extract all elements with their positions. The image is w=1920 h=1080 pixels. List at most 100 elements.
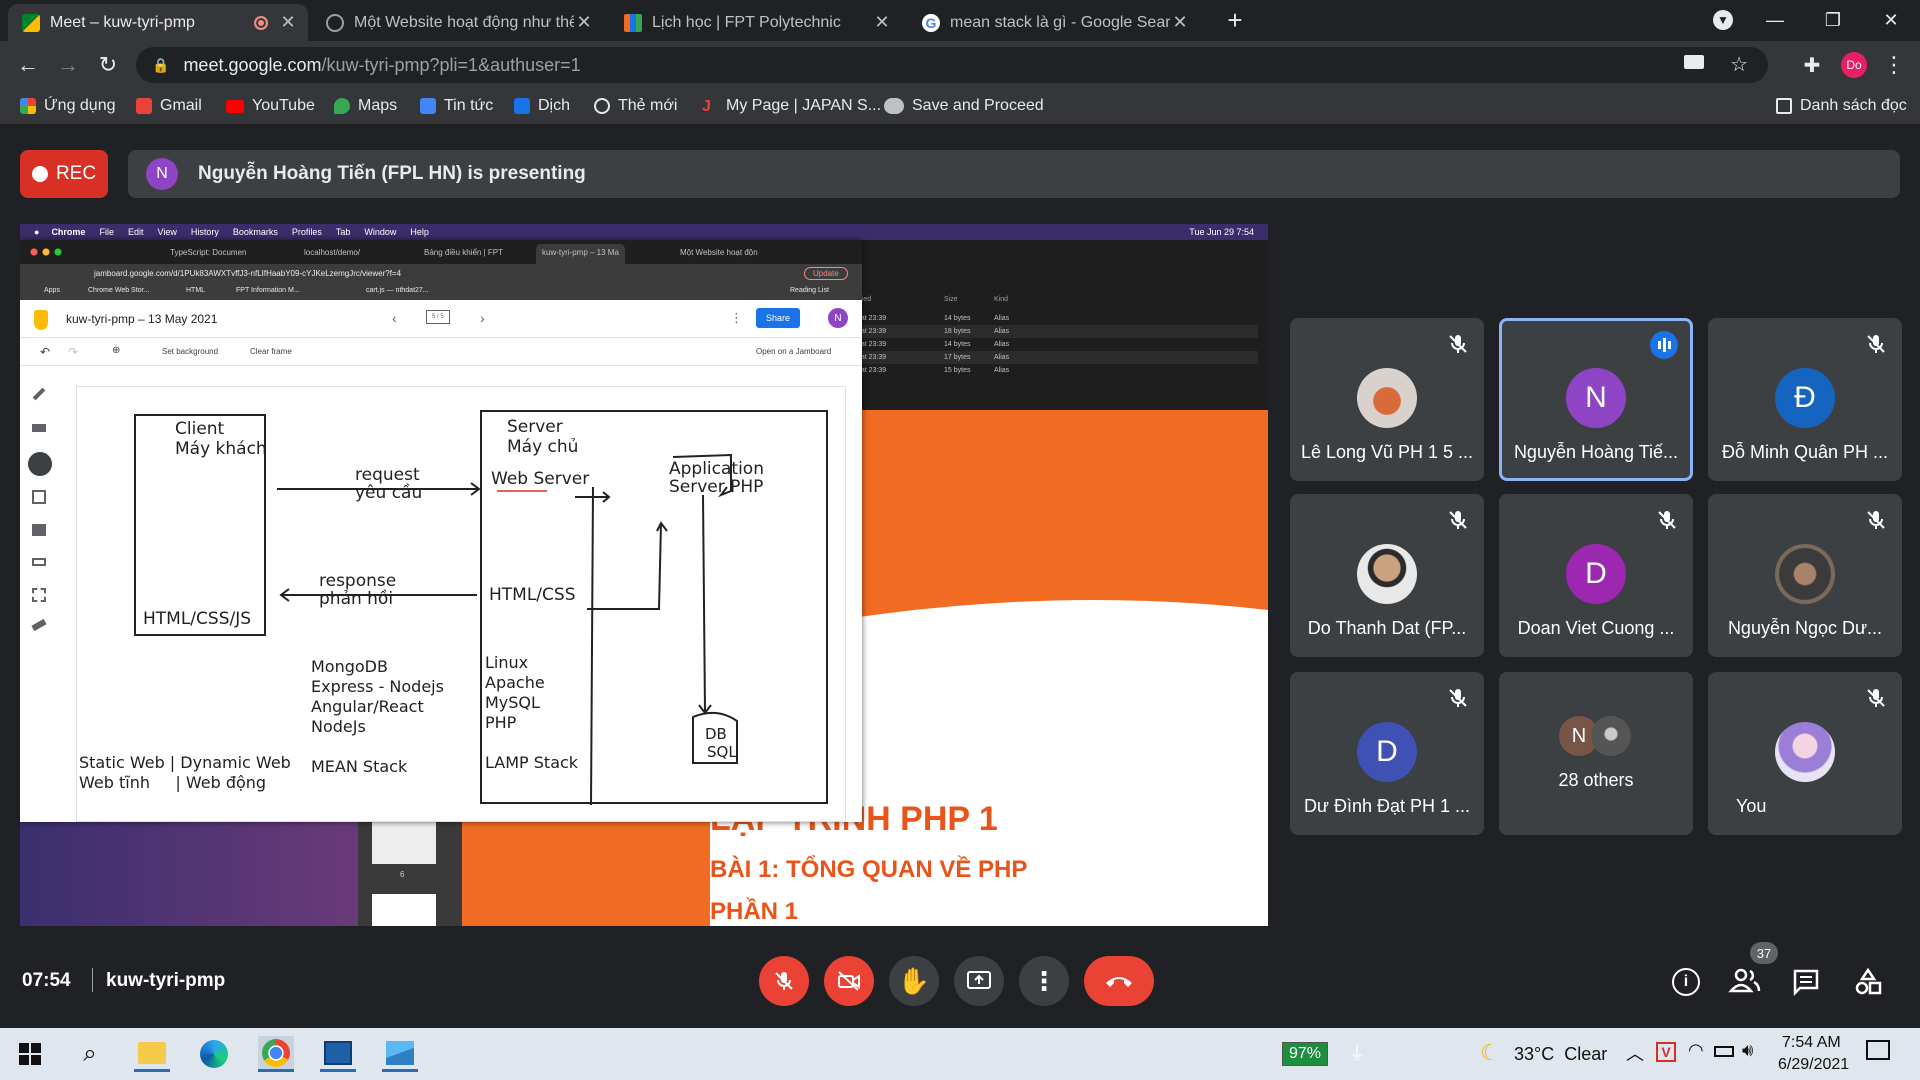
shape-icon[interactable] [32, 558, 46, 566]
tab-search-button[interactable]: ▼ [1700, 0, 1746, 40]
image-icon[interactable] [32, 524, 46, 536]
clock-date[interactable]: 6/29/2021 [1778, 1056, 1849, 1074]
set-background-button[interactable]: Set background [162, 347, 218, 356]
finder-row[interactable]: Yesterday at 23:3914 bytesAlias [828, 312, 1258, 325]
app-button[interactable] [320, 1036, 356, 1072]
new-tab-button[interactable]: + [1212, 0, 1258, 40]
share-button[interactable]: Share [756, 308, 801, 328]
inner-tab[interactable]: localhost/demo/ [304, 248, 360, 257]
reload-button[interactable]: ↻ [94, 51, 122, 79]
eraser-icon[interactable] [32, 424, 46, 432]
bookmark-youtube[interactable]: YouTube [226, 97, 315, 115]
text-box-icon[interactable] [32, 588, 46, 602]
others-tile[interactable]: N 28 others [1499, 672, 1693, 835]
sticky-note-icon[interactable] [32, 490, 46, 504]
restore-button[interactable]: ❐ [1810, 0, 1856, 40]
slide-thumbnail[interactable] [372, 894, 436, 926]
clear-frame-button[interactable]: Clear frame [250, 347, 292, 356]
finder-row[interactable]: Yesterday at 23:3915 bytesAlias [828, 364, 1258, 377]
close-window-button[interactable]: ✕ [1868, 0, 1914, 40]
raise-hand-button[interactable]: ✋ [889, 956, 939, 1006]
file-explorer-button[interactable] [134, 1036, 170, 1072]
finder-row[interactable]: Yesterday at 23:3917 bytesAlias [828, 351, 1258, 364]
weather-text[interactable]: 33°C Clear [1514, 1044, 1607, 1065]
participant-tile[interactable]: Do Thanh Dat (FP... [1290, 494, 1484, 657]
frame-counter[interactable]: 5 / 5 [426, 310, 450, 324]
inner-url[interactable]: jamboard.google.com/d/1PUk83AWXTvffJ3-nf… [94, 269, 401, 278]
participant-tile[interactable]: D Dư Đình Đạt PH 1 ... [1290, 672, 1484, 835]
more-options-button[interactable]: ⋮ [1019, 956, 1069, 1006]
participants-button[interactable]: 37 [1728, 942, 1778, 998]
redo-icon[interactable]: ↷ [68, 345, 78, 359]
close-tab-icon[interactable]: ✕ [278, 12, 298, 33]
bookmark-tin-tuc[interactable]: Tin tức [420, 97, 493, 115]
open-jamboard-button[interactable]: Open on a Jamboard [756, 347, 831, 356]
close-tab-icon[interactable]: ✕ [574, 12, 594, 33]
participant-tile[interactable]: Nguyễn Ngọc Dư... [1708, 494, 1902, 657]
activities-button[interactable] [1854, 967, 1882, 1001]
inner-tab-active[interactable]: kuw-tyri-pmp – 13 Ma [536, 244, 625, 264]
battery-icon[interactable] [1714, 1046, 1734, 1057]
meeting-details-button[interactable]: i [1672, 968, 1700, 996]
tab-google-search[interactable]: G mean stack là gì - Google Search ✕ [908, 4, 1200, 41]
bookmark-save-proceed[interactable]: Save and Proceed [884, 97, 1044, 115]
photos-button[interactable] [382, 1036, 418, 1072]
bookmark-maps[interactable]: Maps [334, 97, 397, 115]
close-tab-icon[interactable]: ✕ [872, 12, 892, 33]
extensions-icon[interactable]: ✚ [1798, 51, 1826, 79]
tab-meet[interactable]: Meet – kuw-tyri-pmp ✕ [8, 4, 308, 41]
chrome-button[interactable] [258, 1036, 294, 1072]
present-button[interactable] [954, 956, 1004, 1006]
wifi-icon[interactable]: ◠ [1688, 1040, 1704, 1061]
notifications-button[interactable] [1866, 1040, 1890, 1060]
edge-button[interactable] [196, 1036, 232, 1072]
bookmark-apps[interactable]: Ứng dụng [20, 97, 116, 115]
chat-button[interactable] [1792, 968, 1820, 1001]
search-button[interactable]: ⌕ [72, 1036, 108, 1072]
reading-list-button[interactable]: Danh sách đọc [1776, 97, 1907, 115]
profile-avatar[interactable]: Do [1840, 51, 1868, 79]
bookmark-japan[interactable]: J My Page | JAPAN S... [702, 97, 881, 115]
minimize-button[interactable]: — [1752, 0, 1798, 40]
self-tile[interactable]: You [1708, 672, 1902, 835]
participant-tile-speaking[interactable]: N Nguyễn Hoàng Tiế... [1499, 318, 1693, 481]
bookmark-dich[interactable]: Dịch [514, 97, 570, 115]
more-menu-icon[interactable]: ⋮ [730, 310, 743, 326]
zoom-icon[interactable]: ⊕ [112, 345, 120, 356]
pen-icon[interactable] [32, 387, 46, 401]
camera-toggle-button[interactable] [824, 956, 874, 1006]
leave-call-button[interactable] [1084, 956, 1154, 1006]
participant-tile[interactable]: D Doan Viet Cuong ... [1499, 494, 1693, 657]
chrome-menu-icon[interactable]: ⋮ [1880, 51, 1908, 79]
participant-tile[interactable]: Đ Đỗ Minh Quân PH ... [1708, 318, 1902, 481]
bookmark-the-moi[interactable]: Thẻ mới [594, 97, 677, 115]
tray-expand-icon[interactable]: ︿ [1626, 1040, 1644, 1066]
camera-icon[interactable] [1684, 55, 1704, 69]
back-button[interactable]: ← [14, 51, 42, 79]
undo-icon[interactable]: ↶ [40, 345, 50, 359]
tab-website[interactable]: Một Website hoạt động như thế ✕ [312, 4, 604, 41]
finder-row[interactable]: Yesterday at 23:3918 bytesAlias [828, 325, 1258, 338]
address-bar[interactable]: 🔒 meet.google.com /kuw-tyri-pmp?pli=1&au… [136, 47, 1768, 83]
select-icon[interactable] [28, 452, 52, 476]
inner-update-button[interactable]: Update [804, 267, 848, 280]
start-button[interactable] [12, 1036, 48, 1072]
antivirus-icon[interactable]: V [1656, 1042, 1676, 1062]
inner-tab[interactable]: Một Website hoạt độn [680, 248, 758, 257]
volume-icon[interactable]: 🔊︎ [1742, 1040, 1753, 1061]
prev-frame-button[interactable]: ‹ [392, 310, 397, 326]
inner-tab[interactable]: Bảng điều khiển | FPT [424, 248, 503, 257]
inner-tab[interactable]: TypeScript: Documen [170, 248, 246, 257]
whiteboard-canvas[interactable]: Client Máy khách HTML/CSS/JS request yêu… [76, 386, 846, 822]
tab-lich-hoc[interactable]: Lịch học | FPT Polytechnic ✕ [610, 4, 902, 41]
bookmark-star-icon[interactable]: ☆ [1730, 52, 1748, 77]
slide-thumbnail[interactable] [372, 816, 436, 864]
finder-row[interactable]: Yesterday at 23:3914 bytesAlias [828, 338, 1258, 351]
next-frame-button[interactable]: › [480, 310, 485, 326]
clock-time[interactable]: 7:54 AM [1782, 1034, 1841, 1052]
close-tab-icon[interactable]: ✕ [1170, 12, 1190, 33]
forward-button[interactable]: → [54, 51, 82, 79]
participant-tile[interactable]: Lê Long Vũ PH 1 5 ... [1290, 318, 1484, 481]
bookmark-gmail[interactable]: Gmail [136, 97, 202, 115]
mic-toggle-button[interactable] [759, 956, 809, 1006]
